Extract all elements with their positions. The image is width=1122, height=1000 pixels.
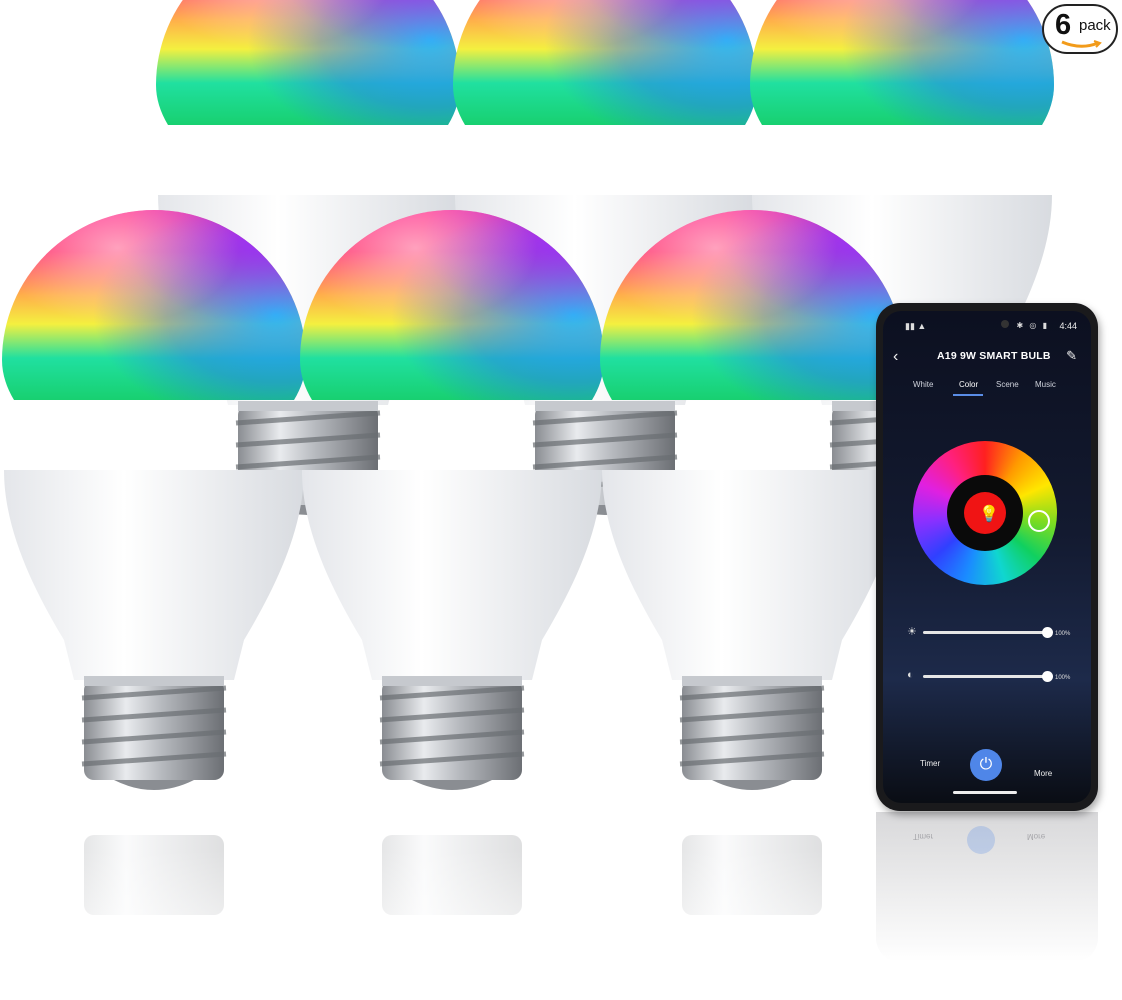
- tab-color[interactable]: Color: [959, 380, 978, 389]
- saturation-slider[interactable]: [923, 675, 1047, 678]
- home-indicator: [953, 791, 1017, 794]
- active-tab-indicator: [953, 394, 983, 396]
- pack-badge: 6 pack: [1042, 4, 1118, 54]
- camera-icon: [1001, 320, 1009, 328]
- page-title: A19 9W SMART BULB: [937, 350, 1051, 362]
- pack-count: 6: [1055, 9, 1072, 41]
- power-button-reflection: [967, 826, 995, 854]
- power-button[interactable]: ⏻: [970, 749, 1002, 781]
- color-picker-handle[interactable]: [1028, 510, 1050, 532]
- tab-scene[interactable]: Scene: [996, 380, 1019, 389]
- brightness-icon: ☀: [907, 626, 917, 638]
- brightness-slider-handle[interactable]: [1042, 627, 1053, 638]
- tab-music[interactable]: Music: [1035, 380, 1056, 389]
- saturation-value: 100%: [1055, 675, 1071, 681]
- timer-button[interactable]: Timer: [920, 759, 940, 768]
- status-time: 4:44: [1059, 321, 1077, 331]
- pack-word: pack: [1079, 17, 1111, 34]
- brightness-value: 100%: [1055, 631, 1071, 637]
- status-signal-icon: ▮▮ ▲: [905, 321, 927, 331]
- edit-icon[interactable]: ✎: [1066, 348, 1077, 364]
- status-icons: ✱ ◎ ▮: [1016, 321, 1049, 330]
- bulb-front-right: [600, 210, 904, 790]
- timer-reflection: Timer: [913, 832, 934, 841]
- tab-white[interactable]: White: [913, 380, 933, 389]
- more-reflection: More: [1027, 832, 1046, 841]
- brightness-slider[interactable]: [923, 631, 1047, 634]
- smartphone: ▮▮ ▲ ✱ ◎ ▮ 4:44 ‹ A19 9W SMART BULB ✎ Wh…: [876, 303, 1098, 811]
- bulb-front-center: [300, 210, 604, 790]
- saturation-slider-handle[interactable]: [1042, 671, 1053, 682]
- smile-arrow-icon: [1061, 40, 1102, 48]
- saturation-icon: ◐: [907, 669, 914, 681]
- app-screen: ▮▮ ▲ ✱ ◎ ▮ 4:44 ‹ A19 9W SMART BULB ✎ Wh…: [883, 311, 1091, 803]
- bulb-front-left: [2, 210, 306, 790]
- lightbulb-icon: 💡: [979, 506, 999, 523]
- back-icon[interactable]: ‹: [893, 348, 898, 366]
- more-button[interactable]: More: [1034, 769, 1052, 778]
